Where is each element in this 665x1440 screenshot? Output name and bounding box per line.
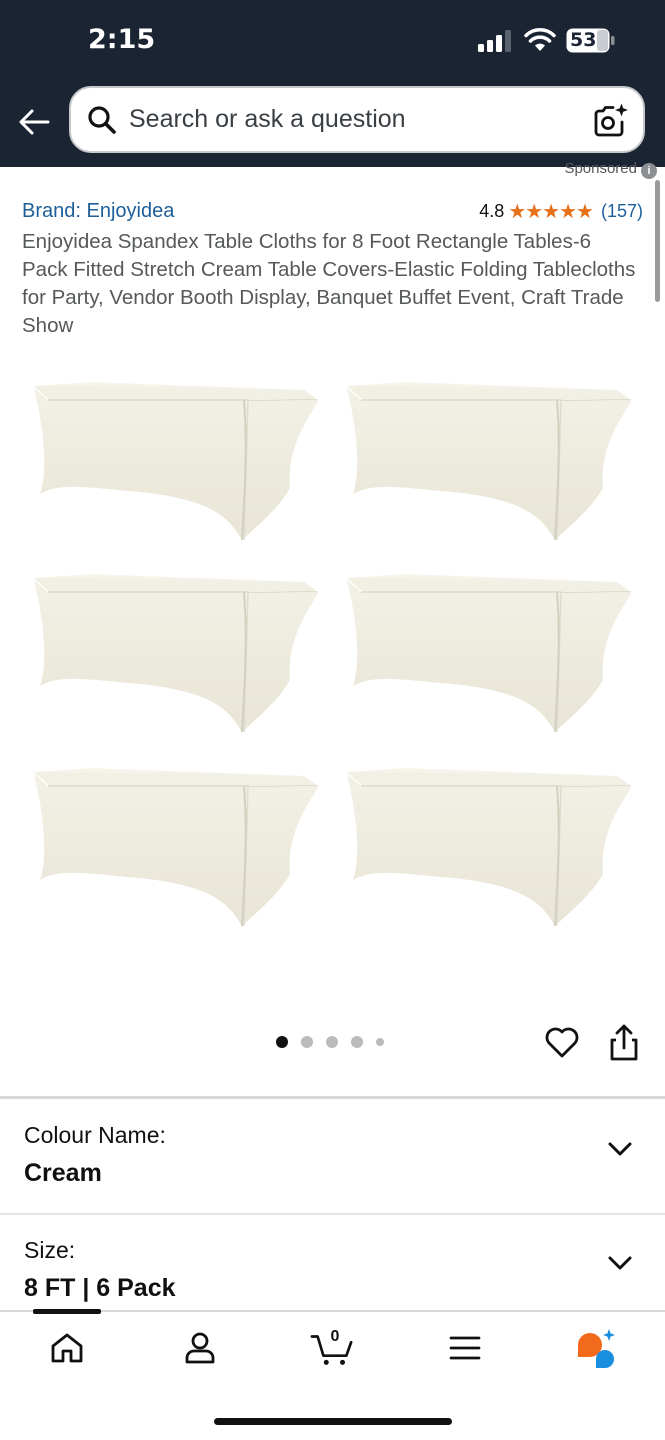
- rating-value: 4.8: [479, 201, 505, 221]
- home-icon: [51, 1333, 83, 1363]
- carousel-dot[interactable]: [376, 1038, 384, 1046]
- search-icon: [88, 105, 116, 134]
- nav-account[interactable]: [178, 1326, 222, 1370]
- carousel-dot[interactable]: [351, 1036, 363, 1048]
- sponsored-label: Sponsored: [564, 160, 637, 177]
- carousel-dot[interactable]: [326, 1036, 338, 1048]
- cart-count: 0: [330, 1328, 340, 1345]
- carousel-dot[interactable]: [301, 1036, 313, 1048]
- image-carousel-dots[interactable]: [276, 1036, 384, 1048]
- brand-link[interactable]: Brand: Enjoyidea: [22, 200, 174, 223]
- info-icon[interactable]: i: [641, 163, 657, 179]
- tablecloth-5: [33, 767, 319, 927]
- nav-menu[interactable]: [443, 1326, 487, 1370]
- heart-icon[interactable]: [544, 1024, 580, 1060]
- status-time: 2:15: [88, 24, 156, 55]
- battery-level: 53: [570, 29, 597, 51]
- cellular-signal-icon: [478, 30, 511, 52]
- chevron-down-icon: [608, 1256, 632, 1270]
- home-indicator: [214, 1418, 452, 1425]
- arrow-left-icon: [19, 109, 50, 135]
- nav-home[interactable]: [45, 1326, 89, 1370]
- star-rating-icon: ★★★★★: [508, 201, 594, 223]
- colour-label: Colour Name:: [24, 1122, 166, 1148]
- product-title: Enjoyidea Spandex Table Cloths for 8 Foo…: [22, 230, 636, 337]
- tablecloth-1: [33, 381, 319, 541]
- battery-indicator: 53: [566, 28, 616, 53]
- nav-rufus[interactable]: [574, 1326, 618, 1370]
- camera-lens-icon[interactable]: [593, 102, 629, 138]
- back-button[interactable]: [16, 104, 52, 140]
- colour-selector[interactable]: Colour Name: Cream: [0, 1099, 665, 1213]
- wifi-icon: [524, 28, 556, 51]
- product-image[interactable]: [20, 370, 645, 960]
- tablecloth-3: [33, 573, 319, 733]
- search-bar[interactable]: [69, 86, 645, 153]
- size-value: 8 FT | 6 Pack: [24, 1274, 176, 1302]
- rating-summary[interactable]: 4.8 ★★★★★ (157): [479, 199, 643, 224]
- tablecloth-4: [346, 573, 632, 733]
- search-input[interactable]: [129, 105, 569, 134]
- menu-icon: [449, 1336, 481, 1360]
- tablecloth-6: [346, 767, 632, 927]
- chevron-down-icon: [608, 1142, 632, 1156]
- review-count[interactable]: (157): [601, 201, 643, 222]
- carousel-dot[interactable]: [276, 1036, 288, 1048]
- active-tab-indicator: [33, 1309, 101, 1314]
- size-label: Size:: [24, 1237, 76, 1263]
- size-selector[interactable]: Size: 8 FT | 6 Pack: [0, 1215, 665, 1310]
- tablecloth-2: [346, 381, 632, 541]
- scrollbar[interactable]: [655, 180, 660, 302]
- colour-value: Cream: [24, 1159, 102, 1187]
- share-icon[interactable]: [606, 1022, 642, 1062]
- account-icon: [185, 1332, 215, 1364]
- rufus-assistant-icon: [578, 1329, 615, 1368]
